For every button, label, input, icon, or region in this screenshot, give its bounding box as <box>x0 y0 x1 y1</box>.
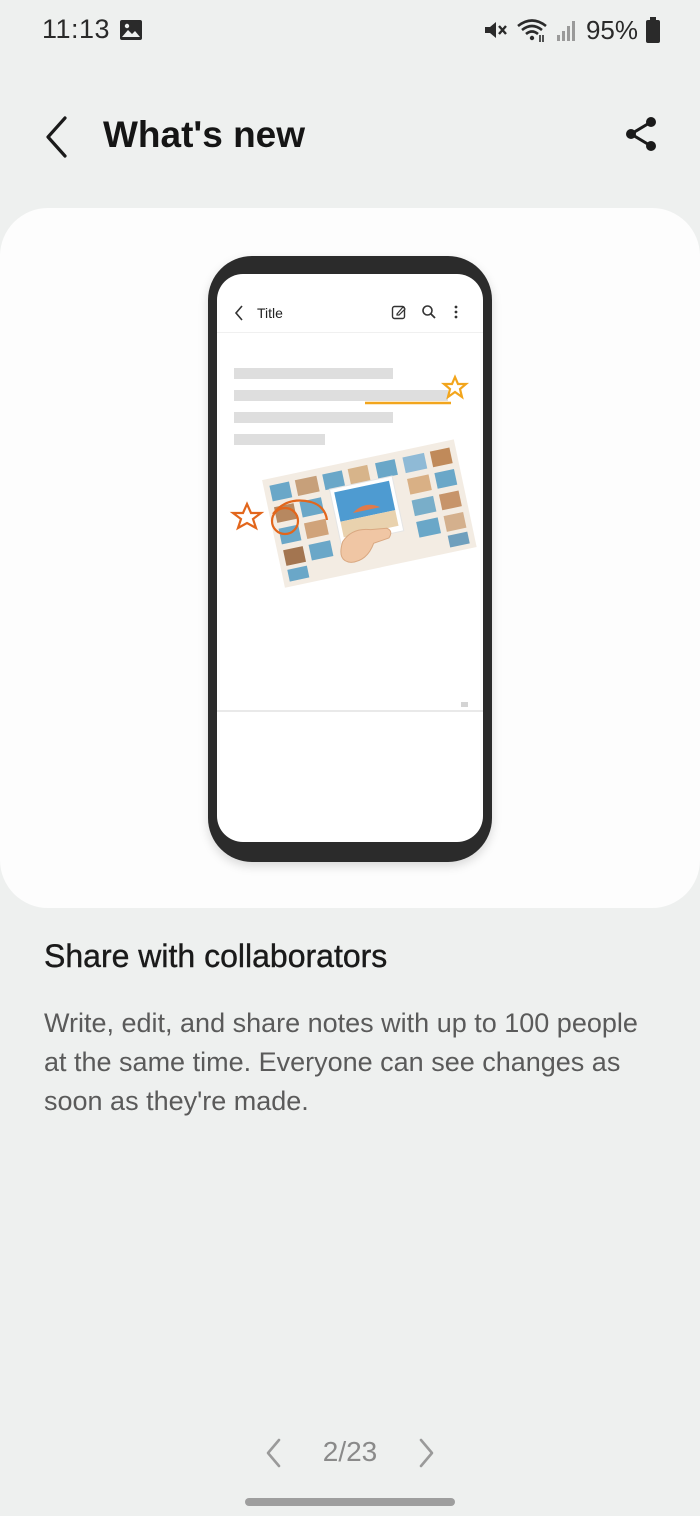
mute-icon <box>484 22 507 38</box>
back-button[interactable] <box>36 112 80 162</box>
battery-icon <box>646 17 660 43</box>
share-button[interactable] <box>622 114 662 154</box>
feature-description: Write, edit, and share notes with up to … <box>44 1008 638 1116</box>
illustration-card: Title <box>0 208 700 908</box>
feature-title: Share with collaborators <box>44 938 388 974</box>
status-icons: 95% <box>482 14 660 46</box>
status-bar: 11:13 95% <box>0 0 700 60</box>
gallery-icon <box>120 20 142 40</box>
phone-screen: Title <box>217 274 483 842</box>
photo-collage <box>262 439 477 588</box>
star-icon <box>229 501 265 531</box>
page-indicator: 2/23 <box>322 1436 378 1467</box>
wifi-icon <box>517 19 547 42</box>
pager: 2/23 <box>0 1428 700 1478</box>
top-app-bar: What's new <box>0 96 700 180</box>
phone-illustration: Title <box>208 256 492 862</box>
status-time: 11:13 <box>42 14 111 44</box>
collage-artwork <box>229 374 477 707</box>
star-icon <box>440 374 470 400</box>
battery-percent: 95% <box>585 14 638 45</box>
signal-icon <box>556 21 575 41</box>
next-button[interactable] <box>412 1436 440 1470</box>
home-indicator[interactable] <box>245 1498 455 1506</box>
mini-divider <box>217 710 483 712</box>
page-title: What's new <box>103 114 306 155</box>
share-icon <box>626 117 656 151</box>
